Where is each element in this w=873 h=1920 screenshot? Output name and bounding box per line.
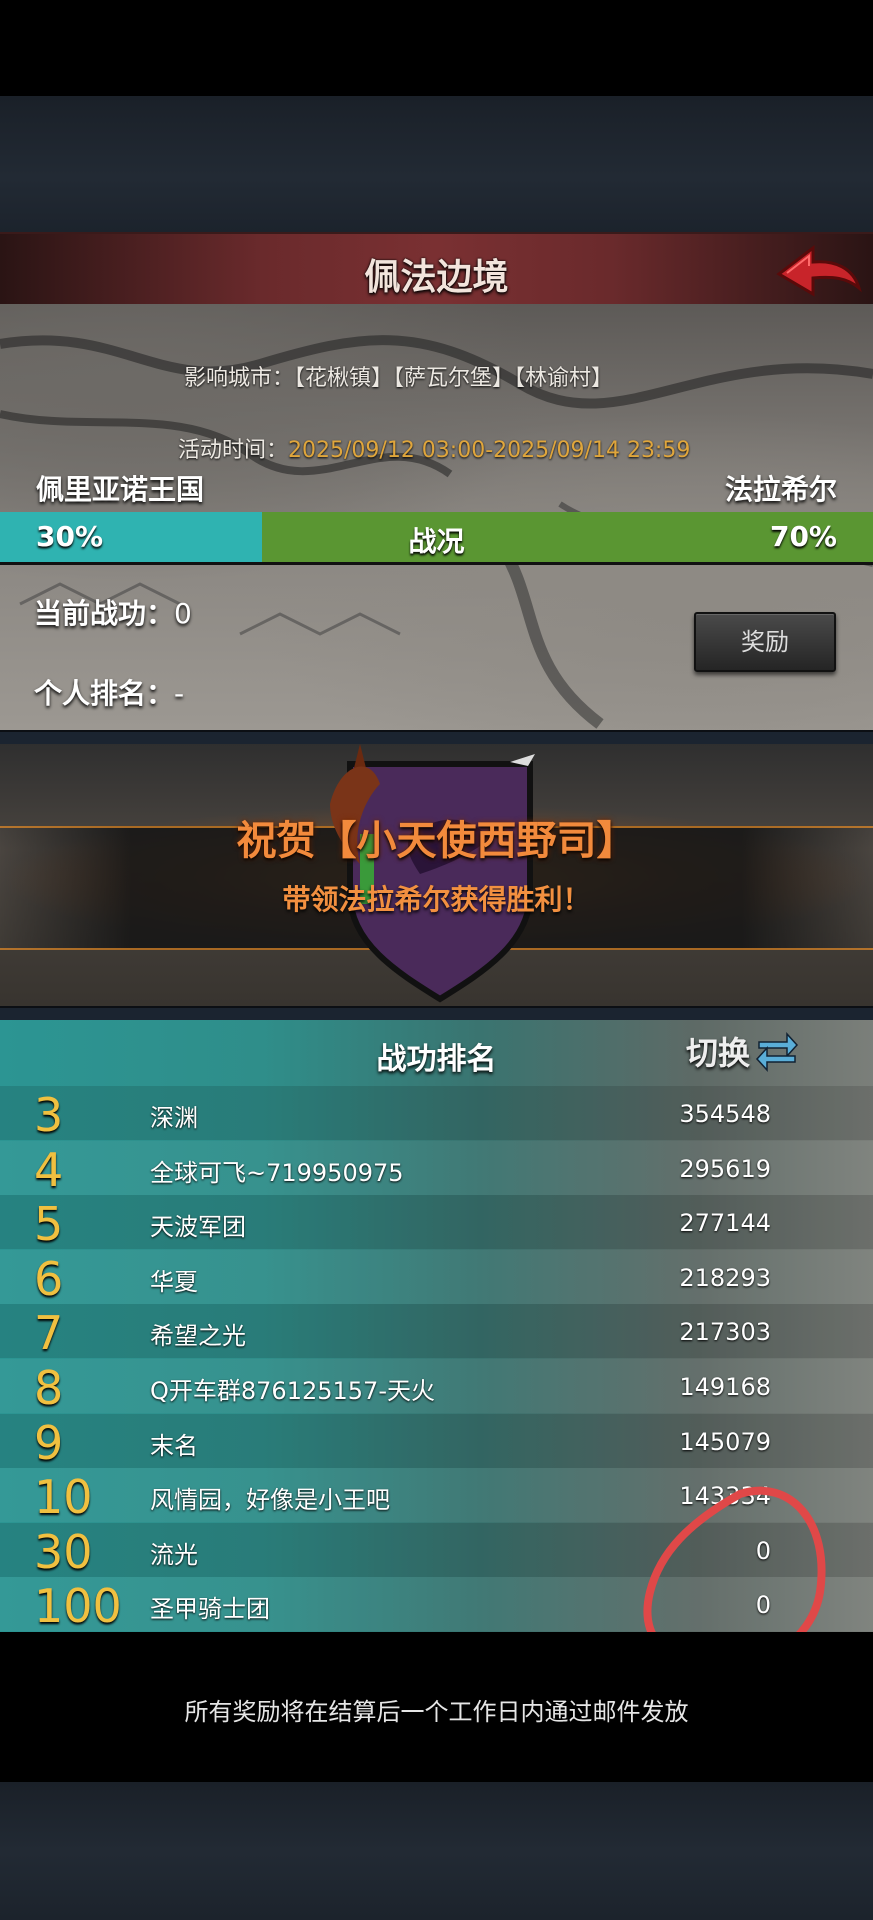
rank-number: 9 [34, 1415, 64, 1470]
right-percent: 70% [769, 520, 837, 553]
bottom-background [0, 1782, 873, 1920]
left-faction-name: 佩里亚诺王国 [36, 473, 205, 506]
event-time: 活动时间：2025/09/12 03:00-2025/09/14 23:59 [178, 438, 691, 463]
faction-banner-icon [330, 744, 535, 1003]
guild-name: 希望之光 [150, 1322, 246, 1351]
merit-score: 145079 [679, 1427, 771, 1456]
merit-score: 0 [755, 1536, 771, 1565]
status-bar-area [0, 0, 873, 96]
reward-button[interactable]: 奖励 [694, 612, 836, 672]
victory-banner [0, 744, 873, 1006]
guild-name: Q开车群876125157-天火 [150, 1377, 435, 1405]
swap-arrows-icon [756, 1032, 799, 1072]
page-title: 佩法边境 [364, 257, 509, 298]
merit-score: 143334 [679, 1482, 771, 1511]
guild-name: 全球可飞~719950975 [150, 1158, 404, 1187]
merit-score: 217303 [679, 1318, 771, 1347]
right-faction-name: 法拉希尔 [724, 473, 837, 506]
personal-rank: 个人排名：- [34, 677, 185, 710]
guild-name: 风情园，好像是小王吧 [150, 1486, 390, 1515]
back-arrow-icon [776, 244, 862, 297]
merit-score: 277144 [679, 1209, 771, 1238]
rank-number: 8 [34, 1361, 64, 1415]
guild-name: 流光 [150, 1540, 198, 1569]
ranking-row: 9 末名 145079 [0, 1413, 873, 1470]
merit-score: 354548 [679, 1100, 771, 1128]
switch-label: 切换 [686, 1034, 751, 1072]
ranking-row: 3 深渊 354548 [0, 1086, 873, 1142]
ranking-row: 30 流光 0 [0, 1522, 873, 1579]
ranking-row: 8 Q开车群876125157-天火 149168 [0, 1359, 873, 1415]
guild-name: 末名 [150, 1431, 198, 1460]
rank-number: 6 [34, 1251, 64, 1306]
war-status-label: 战况 [408, 525, 465, 558]
footer-notice: 所有奖励将在结算后一个工作日内通过邮件发放 [184, 1698, 689, 1726]
guild-name: 华夏 [150, 1267, 198, 1296]
merit-score: 0 [755, 1591, 771, 1620]
back-button[interactable] [773, 238, 865, 302]
rank-number: 7 [34, 1306, 64, 1361]
merit-score: 149168 [679, 1373, 771, 1401]
victory-message: 带领法拉希尔获得胜利！ [282, 883, 591, 916]
current-merit: 当前战功：0 [34, 597, 192, 630]
rank-number: 3 [34, 1088, 64, 1142]
rank-number: 5 [34, 1197, 64, 1252]
rank-number: 4 [34, 1142, 64, 1197]
top-background [0, 96, 873, 232]
affected-cities: 影响城市：【花楸镇】【萨瓦尔堡】【林谕村】 [184, 366, 614, 391]
ranking-row: 100 圣甲骑士团 0 [0, 1577, 873, 1634]
ranking-row: 7 希望之光 217303 [0, 1304, 873, 1361]
rank-number: 10 [34, 1470, 93, 1525]
guild-name: 深渊 [150, 1104, 198, 1132]
merit-score: 295619 [679, 1154, 771, 1183]
guild-name: 天波军团 [150, 1213, 246, 1242]
victory-congrats: 祝贺【小天使西野司】 [236, 818, 637, 864]
ranking-row: 5 天波军团 277144 [0, 1195, 873, 1252]
switch-button[interactable]: 切换 [686, 1028, 799, 1074]
rank-number: 100 [34, 1579, 122, 1634]
ranking-row: 4 全球可飞~719950975 295619 [0, 1140, 873, 1197]
ranking-row: 6 华夏 218293 [0, 1249, 873, 1306]
title-bar: 佩法边境 [0, 232, 873, 309]
war-progress-bar: 30% 战况 70% [0, 512, 873, 565]
rank-number: 30 [34, 1524, 93, 1579]
ranking-row: 10 风情园，好像是小王吧 143334 [0, 1468, 873, 1525]
guild-name: 圣甲骑士团 [150, 1595, 270, 1624]
merit-score: 218293 [679, 1263, 771, 1292]
